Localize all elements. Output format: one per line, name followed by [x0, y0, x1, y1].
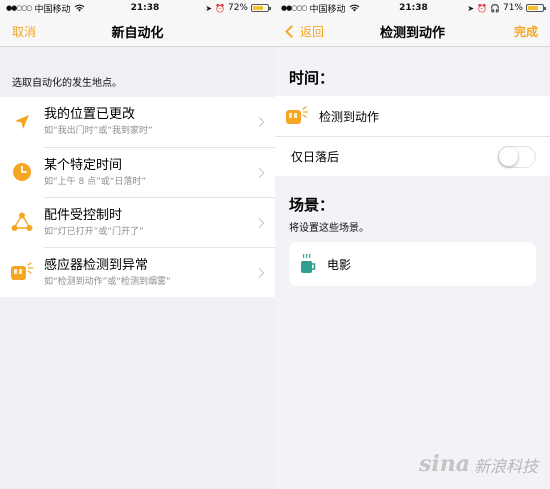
chevron-left-icon — [285, 24, 298, 38]
sunset-only-toggle[interactable] — [498, 145, 536, 168]
battery-percent: 71% — [502, 3, 523, 13]
signal-icon: ●●○○○ — [281, 4, 308, 12]
watermark-text: 新浪科技 — [473, 457, 538, 476]
clock-time: 21:38 — [130, 3, 160, 13]
battery-icon — [526, 4, 546, 12]
nav-bar: 返回 检测到动作 完成 — [275, 16, 550, 47]
trigger-list: 我的位置已更改 如“我出门时”或“我到家时” 某个特定时间 如“上午 8 点”或… — [0, 97, 275, 297]
item-subtitle: 如“我出门时”或“我到家时” — [44, 126, 153, 136]
wifi-icon — [349, 4, 359, 12]
back-button[interactable]: 返回 — [285, 23, 325, 40]
clock-time: 21:38 — [399, 3, 428, 13]
item-title: 配件受控制时 — [44, 207, 123, 223]
headphones-icon: 🎧 — [490, 3, 500, 13]
item-title: 感应器检测到异常 — [44, 257, 149, 273]
list-item-accessory[interactable]: 配件受控制时 如“灯已打开”或“门开了” — [0, 197, 275, 247]
nav-bar: 取消 新自动化 — [0, 16, 275, 47]
carrier-label: 中国移动 — [34, 4, 71, 15]
scene-card[interactable]: 电影 — [289, 242, 536, 286]
sensor-icon — [275, 106, 319, 126]
scene-label: 电影 — [327, 257, 352, 272]
carrier-label: 中国移动 — [309, 4, 346, 15]
right-screen: ●●○○○ 中国移动 21:38 ➤ ⏰ 🎧 71% 返回 检测到动作 完成 时… — [275, 0, 550, 489]
chevron-right-icon — [254, 117, 265, 127]
location-services-icon: ➤ — [205, 3, 213, 13]
signal-icon: ●●○○○ — [6, 4, 33, 12]
list-item-sensor[interactable]: 感应器检测到异常 如“检测到动作”或“检测到烟雾” — [0, 247, 275, 297]
item-title: 某个特定时间 — [44, 157, 123, 173]
section-label: 选取自动化的发生地点。 — [12, 78, 122, 89]
toggle-knob — [499, 146, 518, 166]
left-screen: ●●○○○ 中国移动 21:38 ➤ ⏰ 72% 取消 新自动化 选取自动化的发… — [0, 0, 275, 489]
watermark: sina 新浪科技 — [419, 451, 538, 477]
sina-logo: sina — [418, 451, 470, 477]
cancel-button[interactable]: 取消 — [12, 23, 36, 40]
trigger-row[interactable]: 检测到动作 — [275, 96, 550, 136]
status-bar: ●●○○○ 中国移动 21:38 ➤ ⏰ 🎧 71% — [275, 0, 550, 16]
accessory-network-icon — [0, 212, 44, 232]
list-item-location[interactable]: 我的位置已更改 如“我出门时”或“我到家时” — [0, 97, 275, 147]
chevron-right-icon — [254, 217, 265, 228]
list-item-time[interactable]: 某个特定时间 如“上午 8 点”或“日落时” — [0, 147, 275, 197]
page-title: 新自动化 — [111, 25, 164, 41]
battery-percent: 72% — [227, 3, 248, 13]
chevron-right-icon — [254, 167, 265, 178]
item-subtitle: 如“检测到动作”或“检测到烟雾” — [44, 276, 171, 287]
status-bar: ●●○○○ 中国移动 21:38 ➤ ⏰ 72% — [0, 0, 275, 16]
sunset-only-label: 仅日落后 — [291, 150, 340, 164]
item-title: 我的位置已更改 — [44, 107, 136, 122]
sunset-only-row: 仅日落后 — [275, 136, 550, 176]
time-header: 时间： — [289, 69, 335, 87]
coffee-cup-icon — [289, 253, 327, 275]
done-button[interactable]: 完成 — [514, 23, 538, 40]
time-list: 检测到动作 仅日落后 — [275, 96, 550, 176]
location-services-icon: ➤ — [467, 3, 475, 13]
scene-subtitle: 将设置这些场景。 — [289, 223, 369, 234]
wifi-icon — [74, 4, 84, 12]
clock-icon — [0, 162, 44, 182]
alarm-icon: ⏰ — [477, 3, 488, 13]
scene-header: 场景： — [289, 196, 335, 214]
item-subtitle: 如“灯已打开”或“门开了” — [44, 226, 144, 237]
sensor-icon — [0, 262, 44, 282]
item-subtitle: 如“上午 8 点”或“日落时” — [44, 176, 147, 187]
battery-icon — [251, 4, 271, 12]
alarm-icon: ⏰ — [215, 3, 225, 13]
chevron-right-icon — [254, 267, 265, 278]
location-arrow-icon — [0, 113, 44, 131]
back-label: 返回 — [300, 24, 325, 39]
trigger-label: 检测到动作 — [319, 109, 380, 124]
